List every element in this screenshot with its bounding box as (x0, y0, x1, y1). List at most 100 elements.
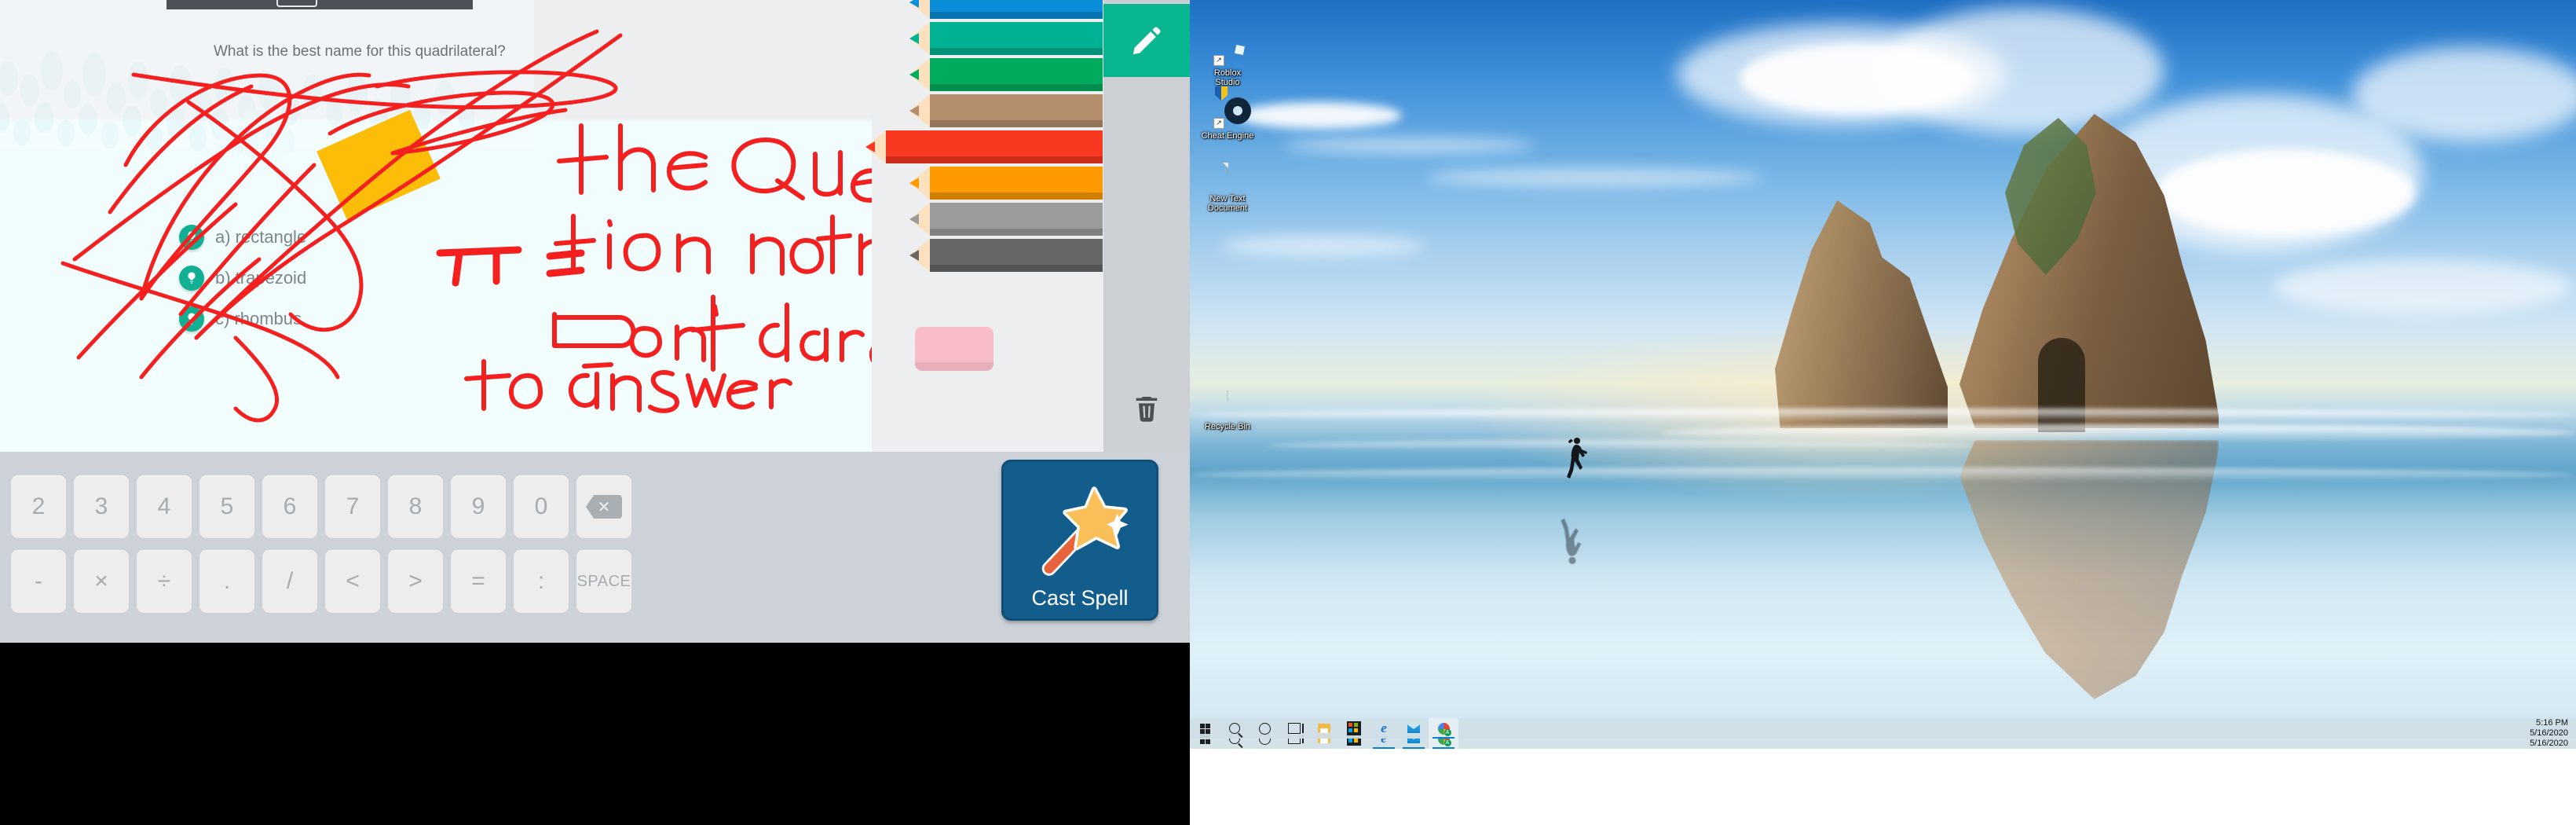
pencil-brown[interactable] (909, 94, 1103, 127)
pencil-body (930, 167, 1103, 200)
key-×[interactable]: × (74, 550, 129, 613)
desktop-icon-new-text-document[interactable]: New Text Document (1194, 163, 1261, 213)
trash-icon (1136, 397, 1158, 422)
desktop-icon-roblox-studio[interactable]: ↗ Roblox Studio (1194, 38, 1261, 87)
lightbulb-icon (179, 266, 204, 291)
cast-spell-button[interactable]: Cast Spell (1001, 460, 1158, 621)
color-palette[interactable] (865, 0, 1103, 452)
answer-option-a[interactable]: a) rectangle (179, 225, 306, 250)
eraser-tool[interactable] (915, 327, 993, 371)
key-3[interactable]: 3 (74, 475, 129, 538)
answer-option-b[interactable]: b) trapezoid (179, 266, 306, 291)
quiz-whiteboard-app[interactable]: What is the best name for this quadrilat… (0, 0, 1190, 643)
pencil-lead (865, 141, 875, 152)
answer-option-c-label: c) rhombus (215, 309, 302, 328)
key-space[interactable]: SPACE (576, 550, 631, 613)
pencil-orange[interactable] (909, 167, 1103, 200)
backspace-icon: ✕ (586, 495, 622, 519)
key-label: 0 (534, 493, 548, 519)
slide-top-pill (276, 0, 317, 7)
key--[interactable]: - (11, 550, 66, 613)
desktop-wallpaper (1190, 0, 2576, 739)
pencil-teal[interactable] (909, 22, 1103, 55)
pencil-green[interactable] (909, 58, 1103, 91)
key-:[interactable]: : (514, 550, 569, 613)
pencil-body (886, 130, 1103, 163)
key-.[interactable]: . (199, 550, 254, 613)
clock-date: 5/16/2020 (2530, 739, 2568, 748)
key-5[interactable]: 5 (199, 475, 254, 538)
mail-icon (1407, 724, 1420, 733)
microsoft-store-button[interactable] (1339, 718, 1369, 739)
desktop-icon-label: Document (1207, 204, 1248, 213)
windows-desktop[interactable]: ↗ Roblox Studio ↗ Cheat Engine New Text … (1190, 0, 2576, 825)
store-icon (1347, 721, 1361, 735)
desktop-icon-recycle-bin[interactable]: Recycle Bin (1194, 390, 1261, 431)
key-9[interactable]: 9 (451, 475, 506, 538)
task-view-button[interactable] (1279, 718, 1309, 739)
tool-rail[interactable] (1103, 0, 1190, 452)
folder-icon (1318, 724, 1330, 733)
desktop-icon-label: Recycle Bin (1204, 422, 1251, 431)
search-button[interactable] (1220, 718, 1250, 739)
edge-button[interactable]: e (1369, 718, 1399, 739)
pencil-lead (909, 0, 919, 8)
text-document-icon (1213, 163, 1242, 192)
keyboard-row-1: 2 3 4 5 6 7 8 9 0 ✕ (0, 475, 631, 538)
key-label: 2 (31, 493, 46, 519)
windows-logo-icon (1199, 723, 1210, 734)
key-2[interactable]: 2 (11, 475, 66, 538)
file-explorer-button[interactable] (1309, 718, 1339, 739)
trash-tool-button[interactable] (1103, 381, 1190, 436)
pencil-lead (909, 250, 919, 261)
clock[interactable]: 5:16 PM 5/16/2020 (2530, 718, 2576, 739)
desktop-icon-cheat-engine[interactable]: ↗ Cheat Engine (1194, 86, 1261, 141)
pencil-blue[interactable] (909, 0, 1103, 19)
key-8[interactable]: 8 (388, 475, 443, 538)
key-7[interactable]: 7 (325, 475, 380, 538)
key-backspace[interactable]: ✕ (576, 475, 631, 538)
pen-tool-button[interactable] (1103, 4, 1190, 77)
key-6[interactable]: 6 (262, 475, 317, 538)
answer-option-c[interactable]: c) rhombus (179, 306, 302, 332)
quiz-slide[interactable]: What is the best name for this quadrilat… (0, 0, 872, 452)
start-button[interactable] (1190, 718, 1220, 739)
chrome-button[interactable] (1429, 718, 1458, 739)
key-=[interactable]: = (451, 550, 506, 613)
pencil-lead (909, 33, 919, 44)
pencil-red[interactable] (865, 130, 1103, 163)
key-label: 9 (471, 493, 485, 519)
surf-line (1661, 424, 2576, 442)
key-<[interactable]: < (325, 550, 380, 613)
pencil-body (930, 58, 1103, 91)
key-label: < (346, 568, 360, 594)
key-0[interactable]: 0 (514, 475, 569, 538)
key-label: : (537, 568, 545, 594)
lightbulb-icon (179, 225, 204, 250)
key-÷[interactable]: ÷ (137, 550, 192, 613)
chrome-icon (1437, 722, 1451, 736)
pencil-body (930, 0, 1103, 19)
desktop-icon-label: New Text (1209, 194, 1246, 204)
runner-reflection (1561, 519, 1582, 564)
pencil-dark-gray[interactable] (909, 239, 1103, 272)
magnifier-icon (1229, 723, 1240, 734)
mail-button[interactable] (1399, 718, 1429, 739)
cloud (2352, 47, 2576, 141)
cortana-button[interactable] (1250, 718, 1279, 739)
key-/[interactable]: / (262, 550, 317, 613)
cloud (1881, 8, 2164, 134)
key-label: - (35, 568, 42, 594)
cheat-engine-icon: ↗ (1213, 86, 1248, 129)
desktop-icon-label: Roblox (1213, 68, 1242, 78)
surf-line (1190, 409, 2576, 421)
cloud (1284, 138, 1535, 153)
clock-date: 5/16/2020 (2530, 728, 2568, 738)
taskbar[interactable]: e 5:16 PM 5/16/2020 (1190, 718, 2576, 739)
cloud (1425, 169, 1763, 186)
pencil-light-gray[interactable] (909, 203, 1103, 236)
task-view-icon (1288, 723, 1304, 734)
key-4[interactable]: 4 (137, 475, 192, 538)
runner-silhouette (1567, 438, 1587, 478)
key->[interactable]: > (388, 550, 443, 613)
